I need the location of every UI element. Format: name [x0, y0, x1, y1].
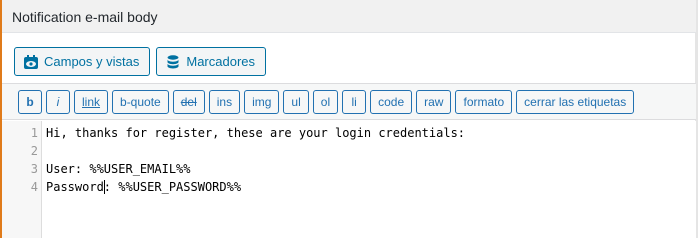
quicktag-button-link[interactable]: link — [74, 90, 109, 114]
fields-views-icon — [23, 54, 39, 70]
quicktag-button-b-quote[interactable]: b-quote — [112, 90, 169, 114]
quicktag-button-formato[interactable]: formato — [455, 90, 513, 114]
quicktag-button-del[interactable]: del — [172, 90, 205, 114]
editor-line: 1 Hi, thanks for register, these are you… — [2, 124, 692, 142]
line-text: Hi, thanks for register, these are your … — [46, 126, 466, 140]
quicktag-button-li[interactable]: li — [342, 90, 367, 114]
line-number: 1 — [30, 126, 38, 140]
line-number: 2 — [30, 144, 38, 158]
quicktag-button-ol[interactable]: ol — [312, 90, 339, 114]
text-cursor — [104, 180, 105, 194]
campos-y-vistas-button[interactable]: Campos y vistas — [14, 47, 151, 76]
quicktags-buttons: b i link b-quote del ins img ul ol li code raw forma… — [18, 90, 635, 114]
database-icon — [165, 54, 181, 70]
line-number: 3 — [30, 162, 38, 176]
quicktag-button-raw[interactable]: raw — [416, 90, 452, 114]
code-editor[interactable]: 1 Hi, thanks for register, these are you… — [2, 121, 696, 238]
marcadores-button[interactable]: Marcadores — [156, 47, 267, 76]
line-number: 4 — [30, 180, 38, 194]
media-buttons-row: Campos y vistas Marcadores — [14, 47, 267, 76]
panel-title: Notification e-mail body — [12, 9, 158, 25]
campos-y-vistas-label: Campos y vistas — [44, 54, 140, 69]
quicktag-button-ul[interactable]: ul — [283, 90, 309, 114]
marcadores-label: Marcadores — [186, 54, 256, 69]
quicktag-button-code[interactable]: code — [370, 90, 413, 114]
quicktag-button-img[interactable]: img — [244, 90, 280, 114]
quicktags-toolbar: b i link b-quote del ins img ul ol li code raw forma… — [2, 83, 696, 120]
quicktag-button-b[interactable]: b — [18, 90, 42, 114]
editor-line: 2 — [2, 142, 692, 160]
editor-line: 3 User: %%USER_EMAIL%% — [2, 160, 692, 178]
line-text: Password: %%USER_PASSWORD%% — [46, 180, 242, 194]
editor-line: 4 Password: %%USER_PASSWORD%% — [2, 178, 692, 196]
line-text: User: %%USER_EMAIL%% — [46, 162, 191, 176]
quicktag-button-ins[interactable]: ins — [208, 90, 241, 114]
panel-header: Notification e-mail body — [2, 0, 696, 33]
quicktag-button-cerrar-las-etiquetas[interactable]: cerrar las etiquetas — [516, 90, 635, 114]
quicktag-button-i[interactable]: i — [46, 90, 70, 114]
